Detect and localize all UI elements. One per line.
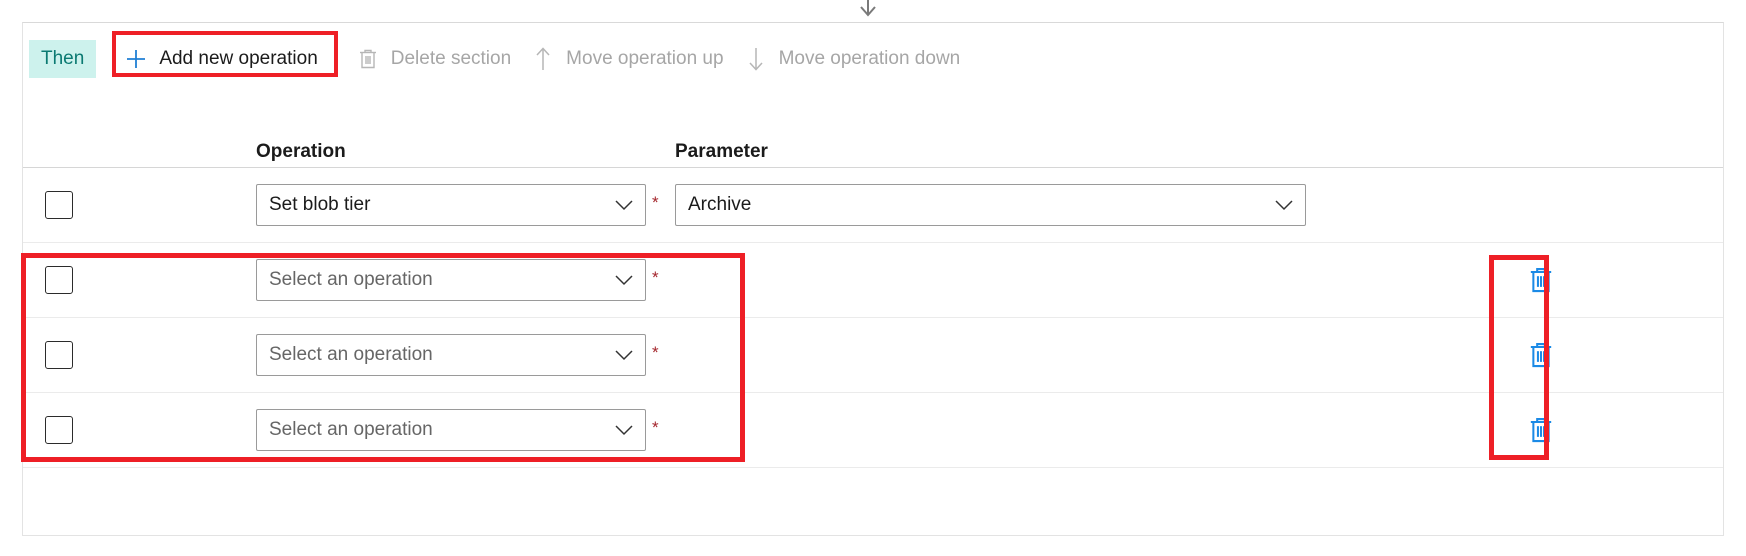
operations-editor-screen: Then Add new operation: [0, 0, 1746, 556]
row-select-checkbox[interactable]: [45, 266, 73, 294]
add-new-operation-label: Add new operation: [159, 48, 317, 70]
delete-section-button[interactable]: Delete section: [346, 39, 521, 79]
column-header-operation: Operation: [256, 141, 346, 163]
section-toolbar: Then Add new operation: [23, 23, 1723, 95]
trash-icon: [356, 47, 380, 71]
operation-dropdown[interactable]: Select an operation: [256, 409, 646, 451]
operation-dropdown[interactable]: Select an operation: [256, 334, 646, 376]
add-new-operation-wrap: Add new operation: [114, 39, 327, 79]
move-operation-up-button[interactable]: Move operation up: [521, 39, 733, 79]
row-checkbox-cell: [45, 191, 73, 219]
delete-section-label: Delete section: [391, 48, 511, 70]
operation-dropdown[interactable]: Select an operation: [256, 259, 646, 301]
delete-row-button[interactable]: [1522, 336, 1560, 374]
chevron-down-icon: [1273, 194, 1295, 216]
chevron-down-icon: [613, 194, 635, 216]
row-select-checkbox[interactable]: [45, 341, 73, 369]
chevron-down-icon: [613, 269, 635, 291]
move-operation-up-label: Move operation up: [566, 48, 723, 70]
chevron-down-icon: [613, 419, 635, 441]
required-marker: *: [652, 419, 659, 436]
arrow-up-icon: [531, 47, 555, 71]
row-select-checkbox[interactable]: [45, 191, 73, 219]
row-checkbox-cell: [45, 416, 73, 444]
delete-row-button[interactable]: [1522, 411, 1560, 449]
add-new-operation-button[interactable]: Add new operation: [114, 39, 327, 79]
row-select-checkbox[interactable]: [45, 416, 73, 444]
operation-dropdown-value: Set blob tier: [269, 194, 613, 216]
operation-dropdown-value: Select an operation: [269, 419, 613, 441]
required-marker: *: [652, 269, 659, 286]
operation-dropdown-value: Select an operation: [269, 344, 613, 366]
operation-dropdown-value: Select an operation: [269, 269, 613, 291]
table-row: Select an operation *: [23, 393, 1723, 467]
table-row: Set blob tier * Archive: [23, 168, 1723, 242]
row-divider: [23, 467, 1723, 468]
delete-row-button[interactable]: [1522, 261, 1560, 299]
table-row: Select an operation *: [23, 243, 1723, 317]
table-row: Select an operation *: [23, 318, 1723, 392]
required-marker: *: [652, 344, 659, 361]
plus-icon: [124, 47, 148, 71]
then-section-panel: Then Add new operation: [22, 22, 1724, 536]
required-marker: *: [652, 194, 659, 211]
move-operation-down-label: Move operation down: [779, 48, 961, 70]
operation-dropdown[interactable]: Set blob tier: [256, 184, 646, 226]
parameter-dropdown-value: Archive: [688, 194, 1273, 216]
row-checkbox-cell: [45, 341, 73, 369]
arrow-down-icon: [744, 47, 768, 71]
chevron-down-icon: [613, 344, 635, 366]
parameter-dropdown[interactable]: Archive: [675, 184, 1306, 226]
then-badge: Then: [29, 40, 96, 78]
arrow-down-icon: [857, 0, 879, 18]
row-checkbox-cell: [45, 266, 73, 294]
move-operation-down-button[interactable]: Move operation down: [734, 39, 971, 79]
column-header-parameter: Parameter: [675, 141, 768, 163]
